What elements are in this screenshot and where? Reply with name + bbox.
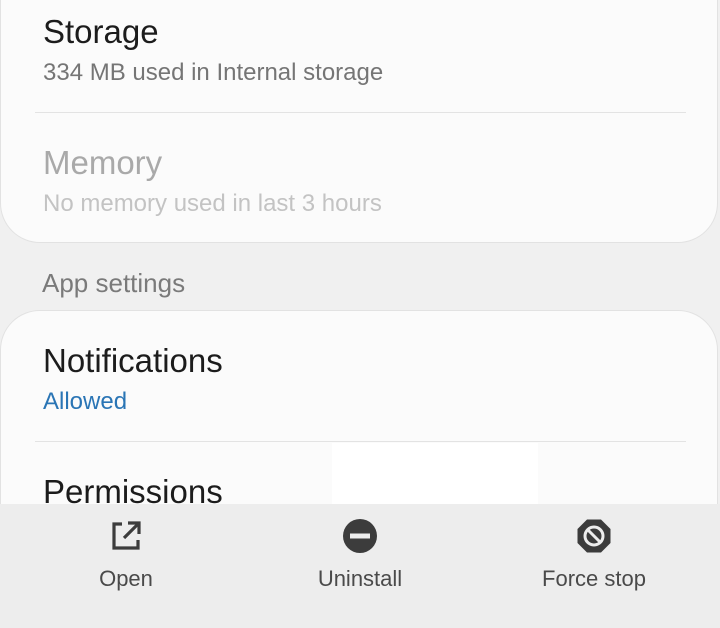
notifications-status: Allowed [43, 388, 128, 415]
force-stop-button[interactable]: Force stop [474, 504, 714, 628]
force-stop-label: Force stop [542, 566, 646, 591]
overlay-patch [332, 443, 538, 507]
memory-title: Memory [43, 144, 163, 181]
open-external-icon [112, 521, 141, 550]
divider [35, 441, 686, 442]
storage-subtitle: 334 MB used in Internal storage [43, 59, 384, 86]
uninstall-button[interactable]: Uninstall [240, 504, 480, 628]
divider [35, 112, 686, 113]
app-info-card: Storage 334 MB used in Internal storage … [0, 0, 718, 243]
open-label: Open [99, 566, 153, 591]
bottom-action-bar: Open Uninstall Force stop [0, 504, 720, 628]
notifications-title: Notifications [43, 342, 223, 379]
app-settings-header: App settings [42, 268, 186, 298]
storage-title: Storage [43, 13, 159, 50]
uninstall-icon [343, 519, 377, 553]
open-button[interactable]: Open [6, 504, 246, 628]
force-stop-icon [577, 519, 611, 553]
memory-subtitle: No memory used in last 3 hours [43, 190, 382, 217]
uninstall-label: Uninstall [317, 566, 403, 591]
